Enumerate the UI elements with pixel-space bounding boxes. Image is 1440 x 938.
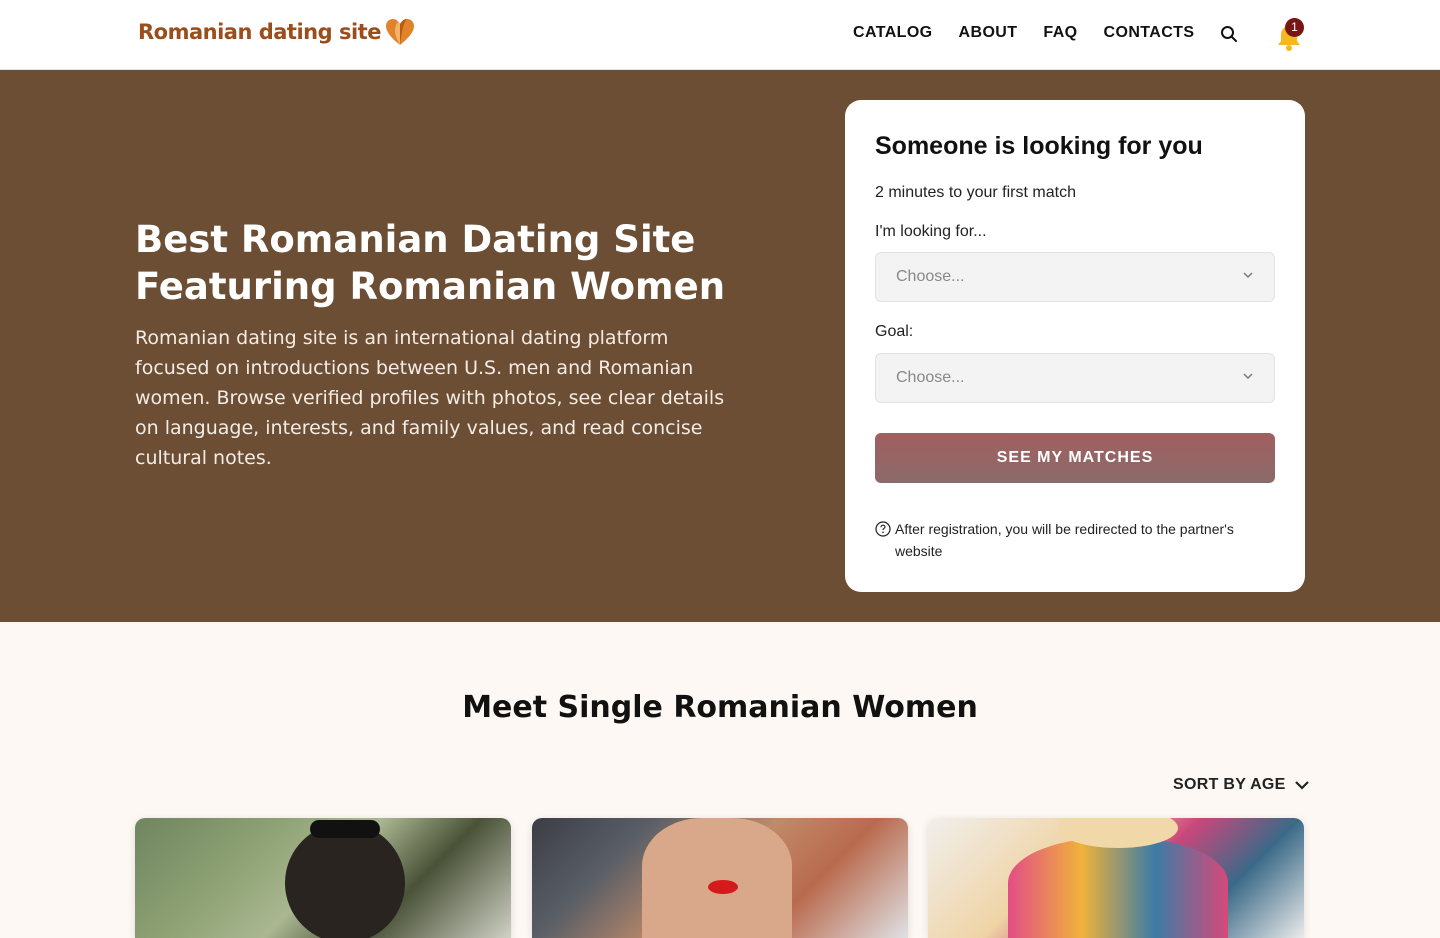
nav-catalog[interactable]: CATALOG (853, 24, 933, 42)
nav-faq[interactable]: FAQ (1043, 24, 1077, 42)
looking-for-select[interactable]: Choose... (875, 252, 1275, 302)
profile-photo (1008, 838, 1228, 938)
main-nav: CATALOG ABOUT FAQ CONTACTS (853, 24, 1220, 42)
signup-title: Someone is looking for you (875, 132, 1203, 160)
sort-label: SORT BY AGE (1173, 776, 1286, 793)
hero-section: Best Romanian Dating Site Featuring Roma… (0, 70, 1440, 622)
redirect-note: After registration, you will be redirect… (875, 518, 1275, 562)
site-header: Romanian dating site CATALOG ABOUT FAQ C… (0, 0, 1440, 70)
sort-by-age-dropdown[interactable]: SORT BY AGE (1173, 776, 1310, 794)
notification-badge: 1 (1285, 18, 1304, 37)
search-icon[interactable] (1220, 25, 1238, 43)
chevron-down-icon (1243, 373, 1253, 380)
looking-for-placeholder: Choose... (896, 268, 965, 285)
nav-contacts[interactable]: CONTACTS (1104, 24, 1195, 42)
signup-card: Someone is looking for you 2 minutes to … (845, 100, 1305, 592)
logo-text: Romanian dating site (138, 20, 381, 44)
catalog-title: Meet Single Romanian Women (462, 690, 978, 725)
question-circle-icon (875, 521, 891, 537)
heart-logo-icon (385, 19, 414, 45)
sunglasses-detail (310, 820, 380, 838)
redirect-note-text: After registration, you will be redirect… (895, 521, 1234, 559)
see-my-matches-button[interactable]: SEE MY MATCHES (875, 433, 1275, 483)
profile-card[interactable] (928, 818, 1304, 938)
lips-detail (708, 880, 738, 894)
profile-photo (642, 818, 792, 938)
profile-card[interactable] (135, 818, 511, 938)
chevron-down-icon (1294, 781, 1309, 790)
profile-photo (285, 823, 405, 938)
site-logo[interactable]: Romanian dating site (138, 18, 415, 46)
hero-title: Best Romanian Dating Site Featuring Roma… (135, 218, 726, 308)
chevron-down-icon (1243, 272, 1253, 279)
profile-card[interactable] (532, 818, 908, 938)
signup-subtitle: 2 minutes to your first match (875, 184, 1076, 201)
looking-for-label: I'm looking for... (875, 223, 987, 240)
nav-about[interactable]: ABOUT (959, 24, 1018, 42)
hero-description: Romanian dating site is an international… (135, 327, 725, 469)
goal-label: Goal: (875, 323, 914, 340)
goal-placeholder: Choose... (896, 369, 965, 386)
goal-select[interactable]: Choose... (875, 353, 1275, 403)
